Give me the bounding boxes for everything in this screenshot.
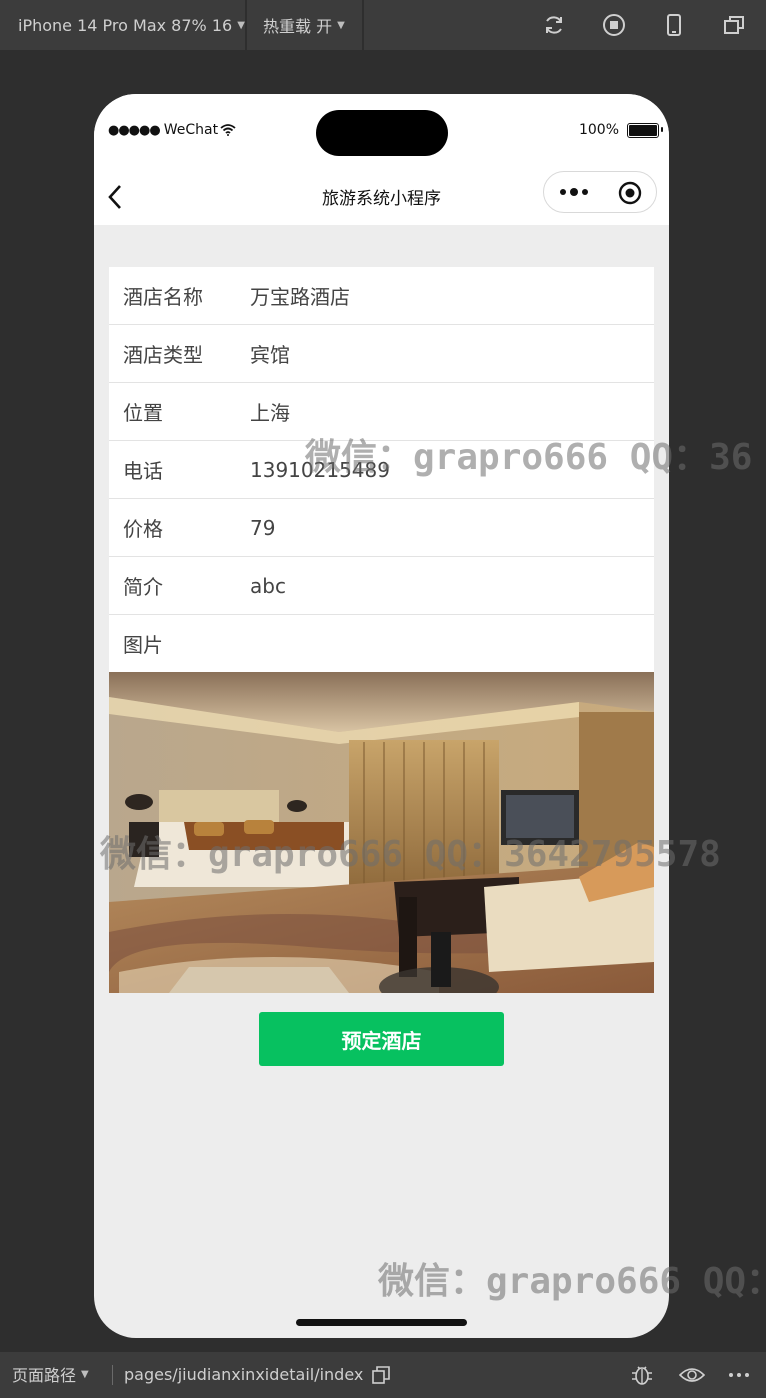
table-row: 电话 13910215489 <box>109 441 654 499</box>
hot-reload-toggle[interactable]: 热重载 开 ▼ <box>263 0 345 50</box>
row-label: 电话 <box>123 459 163 483</box>
phone-header: ●●●●● WeChat 100% 旅游系统小程序 <box>94 94 669 225</box>
menu-capsule <box>543 171 657 213</box>
toolbar-divider <box>362 0 364 50</box>
device-selector[interactable]: iPhone 14 Pro Max 87% 16 ▼ <box>18 0 245 50</box>
row-value: 13910215489 <box>250 457 390 482</box>
bug-icon[interactable] <box>630 1363 654 1387</box>
row-label: 酒店类型 <box>123 343 203 367</box>
table-row: 价格 79 <box>109 499 654 557</box>
row-value: 宾馆 <box>250 343 290 367</box>
page-path-value: pages/jiudianxinxidetail/index <box>124 1364 364 1384</box>
table-row: 图片 <box>109 615 654 672</box>
phone-icon[interactable] <box>662 13 686 37</box>
battery-icon <box>627 122 663 138</box>
stop-icon[interactable] <box>602 13 626 37</box>
page-path-menu[interactable]: 页面路径 ▼ <box>12 1352 89 1396</box>
chevron-down-icon: ▼ <box>337 19 345 31</box>
row-value: abc <box>250 573 286 598</box>
book-hotel-button[interactable]: 预定酒店 <box>259 1012 504 1066</box>
carrier-label: WeChat <box>163 122 219 138</box>
signal-icon: ●●●●● <box>108 122 161 138</box>
eye-icon[interactable] <box>679 1364 705 1386</box>
row-label: 酒店名称 <box>123 285 203 309</box>
close-miniprogram-icon[interactable] <box>618 181 642 205</box>
table-row: 位置 上海 <box>109 383 654 441</box>
table-row: 简介 abc <box>109 557 654 615</box>
refresh-icon[interactable] <box>542 13 566 37</box>
simulator-bottom-bar: 页面路径 ▼ pages/jiudianxinxidetail/index <box>0 1352 766 1398</box>
toolbar-divider <box>245 0 247 50</box>
more-icon[interactable] <box>728 1371 750 1379</box>
page-path: pages/jiudianxinxidetail/index <box>124 1352 363 1396</box>
hotel-detail-table: 酒店名称 万宝路酒店 酒店类型 宾馆 位置 上海 电话 13910215489 … <box>109 267 654 672</box>
wifi-icon <box>220 124 236 136</box>
chevron-down-icon: ▼ <box>237 19 245 31</box>
window-icon[interactable] <box>722 13 746 37</box>
device-label: iPhone 14 Pro Max 87% 16 <box>18 15 233 35</box>
hot-reload-label: 热重载 开 <box>263 17 333 36</box>
page-path-label: 页面路径 <box>12 1366 77 1385</box>
table-row: 酒店名称 万宝路酒店 <box>109 267 654 325</box>
status-bar-left: ●●●●● WeChat <box>108 122 236 138</box>
row-label: 位置 <box>123 401 163 425</box>
divider <box>112 1365 113 1385</box>
row-label: 图片 <box>123 633 163 657</box>
row-value: 上海 <box>250 401 290 425</box>
battery-percent: 100% <box>578 122 619 138</box>
simulator-toolbar: iPhone 14 Pro Max 87% 16 ▼ 热重载 开 ▼ <box>0 0 766 50</box>
more-dots-icon[interactable] <box>558 184 590 200</box>
hotel-room-photo <box>109 672 654 993</box>
dynamic-island <box>316 110 448 156</box>
copy-icon[interactable] <box>372 1366 390 1384</box>
phone-frame: ●●●●● WeChat 100% 旅游系统小程序 酒店名称 万宝路酒店 酒店类… <box>94 94 669 1338</box>
row-label: 价格 <box>123 517 163 541</box>
table-row: 酒店类型 宾馆 <box>109 325 654 383</box>
chevron-down-icon: ▼ <box>81 1368 89 1380</box>
row-value: 万宝路酒店 <box>250 285 350 309</box>
row-label: 简介 <box>123 575 163 599</box>
row-value: 79 <box>250 515 276 540</box>
home-indicator <box>296 1319 467 1326</box>
status-bar-right: 100% <box>578 122 663 138</box>
